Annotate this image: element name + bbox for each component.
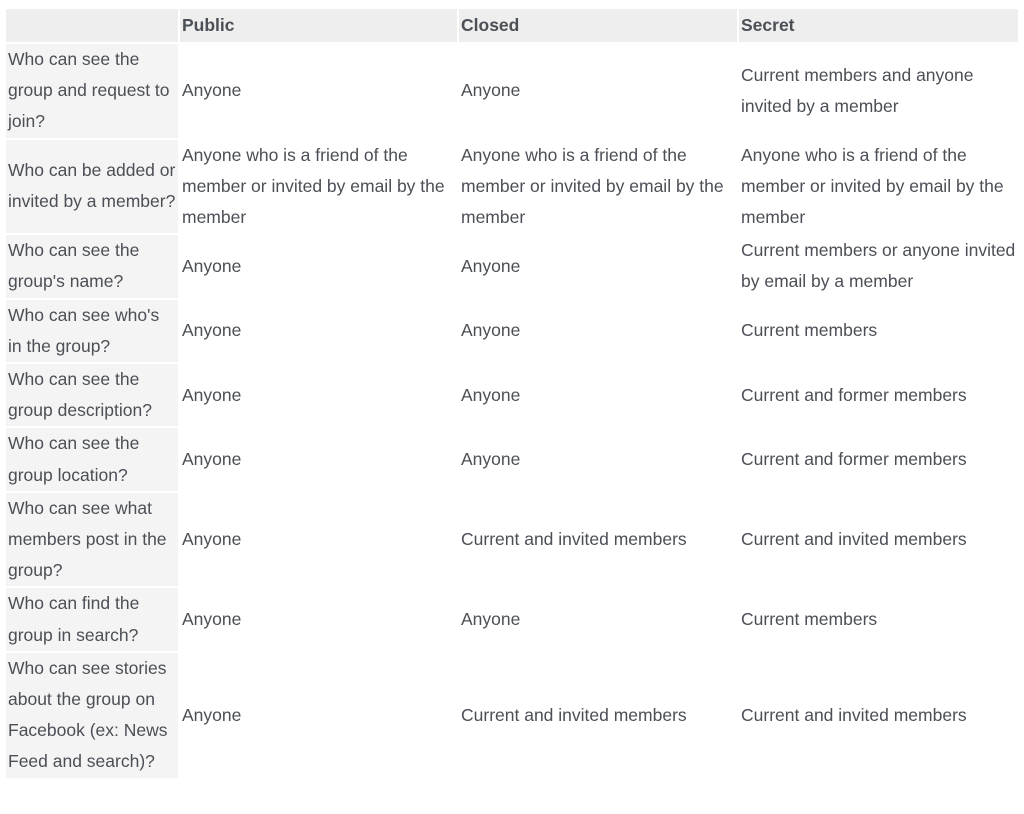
secret-cell: Current and former members <box>741 449 967 470</box>
question-cell: Who can see the group description? <box>6 364 178 427</box>
table-row: Who can see the group's name? Anyone Any… <box>6 235 1018 298</box>
group-privacy-table: Public Closed Secret Who can see the gro… <box>4 7 1020 780</box>
secret-cell: Current members <box>741 609 878 630</box>
public-cell: Anyone <box>182 609 242 630</box>
public-cell: Anyone <box>182 529 242 550</box>
public-cell: Anyone <box>182 255 242 276</box>
header-blank <box>6 9 178 42</box>
question-cell: Who can see who's in the group? <box>6 299 178 363</box>
public-cell: Anyone <box>182 704 242 725</box>
table-row: Who can find the group in search? Anyone… <box>6 588 1018 651</box>
secret-cell: Current and invited members <box>741 704 967 725</box>
question-cell: Who can see the group and request to joi… <box>6 44 178 138</box>
public-cell: Anyone <box>182 384 242 405</box>
closed-cell: Anyone who is a friend of the member or … <box>461 144 724 228</box>
secret-cell: Current members or anyone invited by ema… <box>741 240 1016 292</box>
header-secret: Secret <box>739 9 1018 42</box>
secret-cell: Current members and anyone invited by a … <box>741 64 974 116</box>
question-cell: Who can be added or invited by a member? <box>6 139 178 234</box>
question-cell: Who can see stories about the group on F… <box>6 652 178 778</box>
public-cell: Anyone who is a friend of the member or … <box>182 144 445 228</box>
closed-cell: Anyone <box>461 384 521 405</box>
table-row: Who can be added or invited by a member?… <box>6 139 1018 234</box>
closed-cell: Current and invited members <box>461 529 687 550</box>
table-row: Who can see stories about the group on F… <box>6 652 1018 778</box>
public-cell: Anyone <box>182 449 242 470</box>
question-cell: Who can see what members post in the gro… <box>6 492 178 587</box>
table-row: Who can see the group description? Anyon… <box>6 364 1018 427</box>
closed-cell: Current and invited members <box>461 704 687 725</box>
closed-cell: Anyone <box>461 449 521 470</box>
secret-cell: Current and former members <box>741 384 967 405</box>
header-public: Public <box>180 9 457 42</box>
secret-cell: Current and invited members <box>741 529 967 550</box>
closed-cell: Anyone <box>461 320 521 341</box>
question-cell: Who can see the group's name? <box>6 235 178 298</box>
question-cell: Who can see the group location? <box>6 428 178 491</box>
secret-cell: Current members <box>741 320 878 341</box>
closed-cell: Anyone <box>461 255 521 276</box>
closed-cell: Anyone <box>461 609 521 630</box>
header-row: Public Closed Secret <box>6 9 1018 42</box>
question-cell: Who can find the group in search? <box>6 588 178 651</box>
public-cell: Anyone <box>182 80 242 101</box>
header-closed: Closed <box>459 9 737 42</box>
table-row: Who can see the group and request to joi… <box>6 44 1018 138</box>
table-row: Who can see the group location? Anyone A… <box>6 428 1018 491</box>
table-row: Who can see what members post in the gro… <box>6 492 1018 587</box>
closed-cell: Anyone <box>461 80 521 101</box>
table-row: Who can see who's in the group? Anyone A… <box>6 299 1018 363</box>
public-cell: Anyone <box>182 320 242 341</box>
secret-cell: Anyone who is a friend of the member or … <box>741 144 1004 228</box>
